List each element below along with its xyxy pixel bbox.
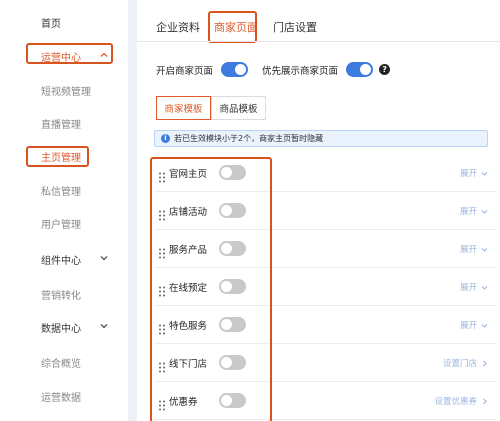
- sidebar-item-components[interactable]: 组件中心: [0, 244, 128, 274]
- module-action-link[interactable]: 展开: [460, 167, 489, 179]
- module-action-label: 设置优惠券: [434, 397, 477, 407]
- help-icon[interactable]: ?: [379, 64, 391, 75]
- chevron-down-icon: [480, 283, 489, 292]
- setting-label: 优先展示商家页面: [262, 65, 339, 77]
- sidebar: 首页 运营中心 短视频管理 直播管理 主页管理 私信管理 用户管理 组件中心 营…: [0, 0, 128, 421]
- priority-merchant-page-setting: 优先展示商家页面 ?: [262, 62, 391, 77]
- info-icon: i: [161, 134, 170, 143]
- sidebar-item-marketing[interactable]: 营销转化: [0, 279, 128, 309]
- subtab-merchant-template[interactable]: 商家模板: [156, 96, 211, 120]
- sidebar-item-users[interactable]: 用户管理: [0, 208, 128, 238]
- module-action-label: 展开: [459, 321, 477, 331]
- subtab-product-template[interactable]: 商品模板: [211, 96, 266, 120]
- enable-merchant-page-toggle[interactable]: [221, 62, 249, 77]
- sidebar-item-label: 用户管理: [41, 219, 81, 231]
- sidebar-item-messages[interactable]: 私信管理: [0, 175, 128, 205]
- enable-merchant-page-setting: 开启商家页面: [156, 62, 249, 77]
- module-action-link[interactable]: 展开: [460, 319, 489, 331]
- sidebar-item-short-video[interactable]: 短视频管理: [0, 75, 128, 105]
- module-action-label: 展开: [459, 245, 477, 255]
- chevron-down-icon: [98, 252, 110, 264]
- sidebar-item-label: 短视频管理: [41, 86, 91, 98]
- highlight-box: [26, 43, 113, 64]
- main-panel: 企业资料 商家页面 门店设置 开启商家页面 优先展示商家页面 ? 商家模板 商品…: [137, 0, 500, 421]
- sidebar-item-label: 组件中心: [41, 255, 81, 267]
- sidebar-item-label: 直播管理: [41, 119, 81, 131]
- tab-divider: [137, 41, 500, 42]
- module-action-label: 展开: [459, 207, 477, 217]
- module-action-link[interactable]: 展开: [460, 281, 489, 293]
- tab-store-settings[interactable]: 门店设置: [273, 13, 317, 41]
- sidebar-item-label: 数据中心: [41, 323, 81, 335]
- module-action-link[interactable]: 设置优惠券: [434, 395, 489, 407]
- chevron-down-icon: [480, 245, 489, 254]
- tab-label: 企业资料: [156, 21, 200, 34]
- highlight-box: [26, 146, 89, 167]
- chevron-right-icon: [480, 359, 489, 368]
- tab-label: 门店设置: [273, 21, 317, 34]
- sidebar-item-label: 营销转化: [41, 290, 81, 302]
- priority-merchant-page-toggle[interactable]: [346, 62, 374, 77]
- sidebar-item-operations-data[interactable]: 运营数据: [0, 381, 128, 411]
- sidebar-item-overview[interactable]: 综合概览: [0, 347, 128, 377]
- chevron-down-icon: [480, 207, 489, 216]
- chevron-right-icon: [480, 397, 489, 406]
- setting-label: 开启商家页面: [156, 65, 214, 77]
- sidebar-item-label: 运营数据: [41, 392, 81, 404]
- module-action-link[interactable]: 展开: [460, 243, 489, 255]
- module-action-link[interactable]: 展开: [460, 205, 489, 217]
- chevron-down-icon: [98, 320, 110, 332]
- chevron-down-icon: [480, 321, 489, 330]
- highlight-box: [208, 11, 257, 43]
- sidebar-item-label: 私信管理: [41, 186, 81, 198]
- subtab-label: 商品模板: [219, 104, 258, 115]
- sidebar-item-data-center[interactable]: 数据中心: [0, 312, 128, 342]
- notice-text: 若已生效模块小于2个，商家主页暂时隐藏: [174, 134, 324, 143]
- chevron-down-icon: [480, 169, 489, 178]
- module-action-label: 展开: [459, 283, 477, 293]
- highlight-box: [150, 157, 272, 421]
- sidebar-item-home[interactable]: 首页: [0, 7, 128, 37]
- sidebar-item-label: 首页: [41, 18, 61, 30]
- module-action-label: 展开: [459, 169, 477, 179]
- tab-company-profile[interactable]: 企业资料: [156, 13, 200, 41]
- sidebar-item-label: 综合概览: [41, 358, 81, 370]
- sidebar-item-live[interactable]: 直播管理: [0, 108, 128, 138]
- info-notice: i 若已生效模块小于2个，商家主页暂时隐藏: [154, 130, 488, 147]
- subtab-label: 商家模板: [164, 104, 203, 115]
- module-action-label: 设置门店: [442, 359, 477, 369]
- module-action-link[interactable]: 设置门店: [443, 357, 489, 369]
